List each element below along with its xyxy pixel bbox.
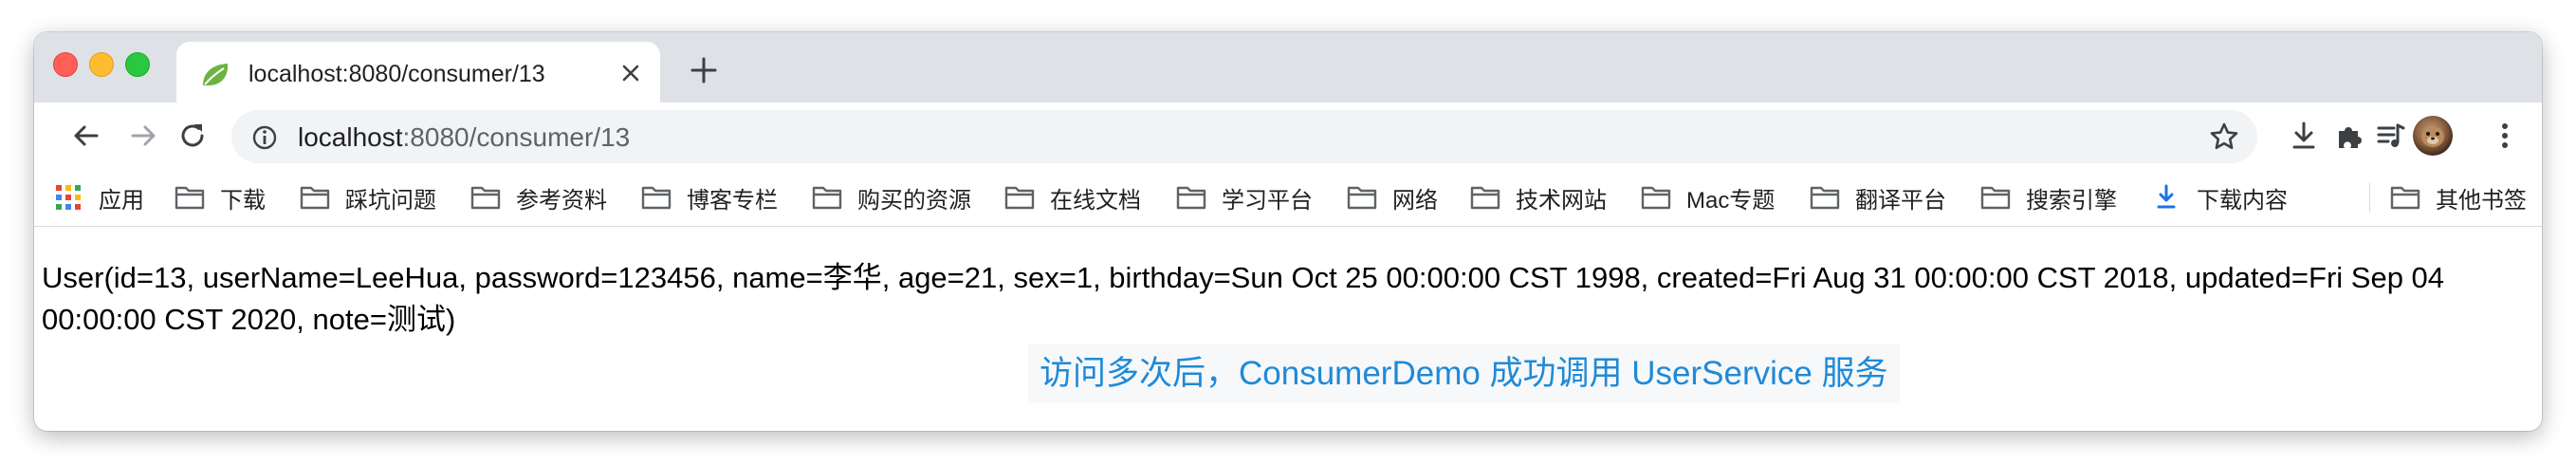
bookmark-label: 参考资料 (516, 187, 607, 214)
bookmark-label: 博客专栏 (687, 187, 778, 214)
bookmark-downloads-content[interactable]: 下载内容 (2151, 180, 2288, 214)
bookmark-other[interactable]: 其他书签 (2390, 180, 2527, 214)
download-icon[interactable] (2288, 120, 2320, 152)
bookmark-folder-tech-sites[interactable]: 技术网站 (1470, 180, 1607, 214)
user-record-text: User(id=13, userName=LeeHua, password=12… (42, 261, 2445, 336)
folder-icon (300, 184, 330, 211)
bookmark-label: 应用 (99, 187, 144, 214)
star-icon[interactable] (2208, 121, 2240, 153)
bookmark-folder-issues[interactable]: 踩坑问题 (300, 180, 436, 214)
url-path: :8080/consumer/13 (402, 122, 631, 152)
info-icon[interactable] (250, 123, 279, 152)
bookmark-label: 技术网站 (1516, 187, 1607, 214)
bookmark-folder-search[interactable]: 搜索引擎 (1980, 180, 2117, 214)
bookmark-label: Mac专题 (1686, 187, 1776, 214)
bookmark-separator (2369, 182, 2370, 213)
tab-title: localhost:8080/consumer/13 (248, 61, 545, 87)
folder-icon (1810, 184, 1840, 211)
screenshot-stage: localhost:8080/consumer/13 localhost:808… (0, 0, 2576, 465)
bookmark-label: 在线文档 (1050, 187, 1141, 214)
bookmark-label: 踩坑问题 (345, 187, 436, 214)
new-tab-icon[interactable] (689, 55, 719, 85)
bookmark-folder-docs[interactable]: 在线文档 (1004, 180, 1141, 214)
folder-icon (1347, 184, 1377, 211)
bookmark-label: 学习平台 (1222, 187, 1313, 214)
bookmark-apps[interactable]: 应用 (53, 180, 144, 214)
bookmark-label: 购买的资源 (857, 187, 971, 214)
bookmark-label: 搜索引擎 (2026, 187, 2117, 214)
folder-icon (1470, 184, 1500, 211)
folder-icon (1176, 184, 1206, 211)
bookmark-folder-purchased[interactable]: 购买的资源 (812, 180, 971, 214)
back-icon[interactable] (70, 120, 102, 152)
close-window-button[interactable] (53, 52, 78, 77)
avatar[interactable] (2413, 116, 2453, 156)
bookmark-label: 下载 (220, 187, 266, 214)
page-content: User(id=13, userName=LeeHua, password=12… (34, 227, 2542, 431)
bookmark-folder-translation[interactable]: 翻译平台 (1810, 180, 1946, 214)
bookmark-label: 网络 (1392, 187, 1438, 214)
folder-icon (1980, 184, 2011, 211)
bookmark-folder-learning[interactable]: 学习平台 (1176, 180, 1313, 214)
bookmark-label: 其他书签 (2436, 187, 2527, 214)
more-icon[interactable] (2489, 120, 2521, 152)
folder-icon (470, 184, 501, 211)
folder-icon (1641, 184, 1671, 211)
bookmark-folder-references[interactable]: 参考资料 (470, 180, 607, 214)
reading-list-icon[interactable] (2375, 120, 2407, 152)
bookmark-folder-blogs[interactable]: 博客专栏 (641, 180, 778, 214)
bookmarks-bar: 应用 下载 踩坑问题 参考资料 博客专栏 购买的资源 在线文档 学习平台 网络 … (34, 169, 2542, 227)
bookmark-folder-mac[interactable]: Mac专题 (1641, 180, 1775, 214)
caption-note: 访问多次后，ConsumerDemo 成功调用 UserService 服务 (1028, 344, 1900, 403)
folder-icon (1004, 184, 1035, 211)
bookmark-folder-network[interactable]: 网络 (1347, 180, 1438, 214)
address-bar[interactable]: localhost:8080/consumer/13 (231, 110, 2257, 163)
zoom-window-button[interactable] (125, 52, 150, 77)
url-host: localhost (298, 122, 403, 152)
forward-icon[interactable] (127, 120, 159, 152)
browser-window: localhost:8080/consumer/13 localhost:808… (34, 32, 2542, 431)
bookmark-label: 下载内容 (2197, 187, 2288, 214)
folder-icon (175, 184, 205, 211)
folder-icon (641, 184, 672, 211)
close-tab-icon[interactable] (618, 61, 643, 85)
download-arrow-icon (2151, 184, 2181, 211)
folder-icon (812, 184, 842, 211)
tab-active[interactable]: localhost:8080/consumer/13 (176, 42, 660, 102)
toolbar: localhost:8080/consumer/13 (34, 102, 2542, 169)
bookmark-label: 翻译平台 (1855, 187, 1946, 214)
tab-strip: localhost:8080/consumer/13 (34, 32, 2542, 102)
reload-icon[interactable] (176, 120, 209, 152)
url-text[interactable]: localhost:8080/consumer/13 (298, 122, 630, 153)
apps-grid-icon (53, 184, 83, 211)
bookmark-folder-downloads[interactable]: 下载 (175, 180, 266, 214)
spring-leaf-icon (199, 61, 231, 89)
minimize-window-button[interactable] (89, 52, 114, 77)
extensions-icon[interactable] (2333, 120, 2365, 152)
folder-icon (2390, 184, 2420, 211)
